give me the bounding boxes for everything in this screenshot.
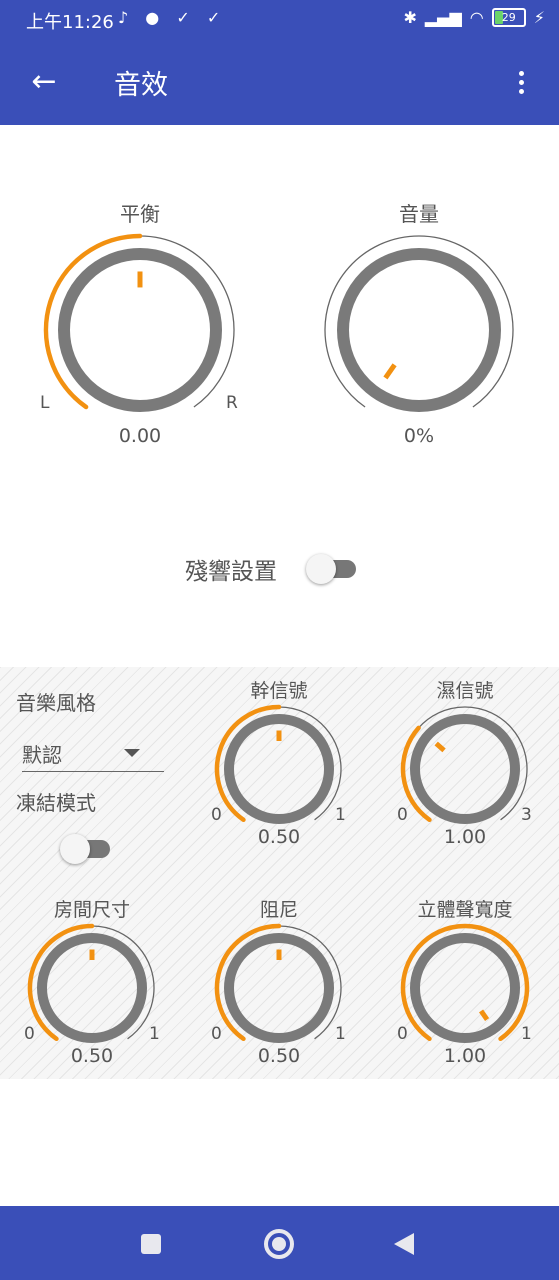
battery-level: 29 <box>501 11 516 24</box>
reverb-label: 殘響設置 <box>185 559 277 585</box>
stereo-width-knob[interactable] <box>397 920 533 1056</box>
navigation-bar <box>0 1206 559 1280</box>
knob-pointer <box>479 1009 490 1021</box>
freeze-toggle-thumb <box>60 834 90 864</box>
stereo-width-min-label: 0 <box>397 1024 408 1044</box>
app-bar: ← 音效 <box>0 40 559 125</box>
room-size-min-label: 0 <box>24 1024 35 1044</box>
balance-knob[interactable] <box>40 230 240 430</box>
recent-apps-button[interactable] <box>131 1224 171 1264</box>
notification-icons: ♪ ● ✓ ✓ <box>118 8 227 27</box>
reverb-toggle[interactable] <box>306 552 358 586</box>
home-circle-icon <box>264 1229 294 1259</box>
back-button[interactable] <box>384 1224 424 1264</box>
balance-value: 0.00 <box>118 425 162 447</box>
room-size-max-label: 1 <box>149 1024 160 1044</box>
music-style-dropdown[interactable]: 默認 <box>22 733 164 772</box>
wet-min-label: 0 <box>397 805 408 825</box>
dry-min-label: 0 <box>211 805 222 825</box>
stereo-width-value: 1.00 <box>443 1045 487 1067</box>
page-title: 音效 <box>114 70 168 101</box>
battery-icon: 29 <box>491 8 526 27</box>
knob-ring <box>337 248 501 412</box>
knob-ring <box>410 714 520 824</box>
dropdown-arrow-icon <box>124 749 140 757</box>
freeze-mode-label: 凍結模式 <box>16 791 96 815</box>
music-style-label: 音樂風格 <box>16 691 96 715</box>
room-size-value: 0.50 <box>70 1045 114 1067</box>
dry-knob[interactable] <box>211 701 347 837</box>
reverb-toggle-thumb <box>306 554 336 584</box>
damping-min-label: 0 <box>211 1024 222 1044</box>
back-arrow-icon[interactable]: ← <box>22 60 66 104</box>
signal-icon: ▂▄▆ <box>424 8 462 27</box>
freeze-mode-toggle[interactable] <box>60 832 112 866</box>
knob-pointer <box>434 741 446 753</box>
damping-max-label: 1 <box>335 1024 346 1044</box>
wifi-icon: ◠ <box>469 8 484 27</box>
wet-value: 1.00 <box>443 826 487 848</box>
dry-label: 幹信號 <box>250 680 308 702</box>
status-time: 上午11:26 <box>26 12 114 33</box>
square-icon <box>141 1234 161 1254</box>
stereo-width-max-label: 1 <box>521 1024 532 1044</box>
balance-label: 平衡 <box>120 202 160 226</box>
room-size-knob[interactable] <box>24 920 160 1056</box>
wet-knob[interactable] <box>397 701 533 837</box>
room-size-label: 房間尺寸 <box>53 899 130 921</box>
volume-knob[interactable] <box>319 230 519 430</box>
dry-max-label: 1 <box>335 805 346 825</box>
wet-max-label: 3 <box>521 805 532 825</box>
more-options-icon[interactable] <box>499 60 543 104</box>
status-bar: 上午11:26 ♪ ● ✓ ✓ ✱ ▂▄▆ ◠ 29 ⚡ <box>0 0 559 40</box>
damping-value: 0.50 <box>257 1045 301 1067</box>
volume-label: 音量 <box>399 202 439 226</box>
wet-label: 濕信號 <box>436 680 494 702</box>
system-icons: ✱ ▂▄▆ ◠ 29 ⚡ <box>403 8 545 27</box>
balance-max-label: R <box>226 393 238 413</box>
damping-label: 阻尼 <box>259 899 298 921</box>
damping-knob[interactable] <box>211 920 347 1056</box>
knob-pointer <box>383 363 397 380</box>
dry-value: 0.50 <box>257 826 301 848</box>
home-button[interactable] <box>259 1224 299 1264</box>
charging-icon: ⚡ <box>533 8 545 27</box>
knob-track-arc <box>324 235 514 408</box>
balance-min-label: L <box>40 393 50 413</box>
volume-value: 0% <box>403 425 435 447</box>
back-triangle-icon <box>394 1233 414 1255</box>
stereo-width-label: 立體聲寬度 <box>417 899 513 921</box>
bluetooth-icon: ✱ <box>403 8 417 27</box>
music-style-value: 默認 <box>22 743 62 767</box>
knob-ring <box>410 933 520 1043</box>
